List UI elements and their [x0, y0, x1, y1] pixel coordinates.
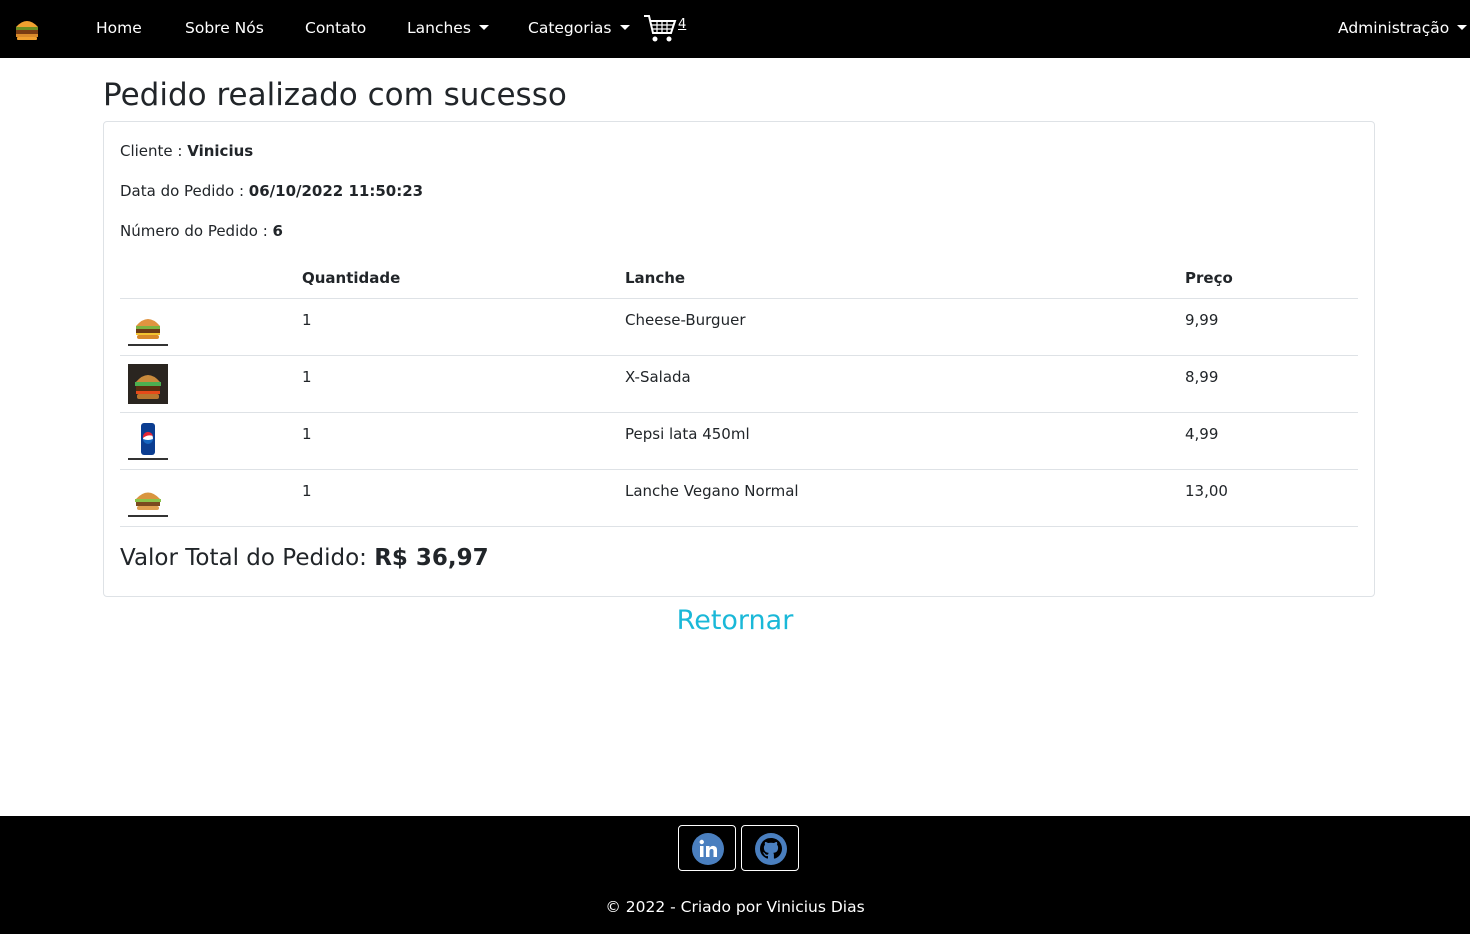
- vegan-burger-image: [128, 477, 168, 517]
- client-label: Cliente :: [120, 142, 188, 160]
- x-salada-image: [128, 364, 168, 404]
- divider: [120, 355, 1358, 356]
- header-lanche: Lanche: [625, 269, 686, 287]
- nav-admin-label: Administração: [1338, 19, 1450, 37]
- order-number-line: Número do Pedido : 6: [120, 222, 283, 240]
- cart-button[interactable]: 4: [643, 13, 691, 45]
- divider: [120, 526, 1358, 527]
- client-value: Vinicius: [187, 142, 254, 160]
- nav-home[interactable]: Home: [96, 19, 142, 37]
- date-line: Data do Pedido : 06/10/2022 11:50:23: [120, 182, 423, 200]
- vegan-burger-icon: [128, 477, 168, 517]
- nav-about[interactable]: Sobre Nós: [185, 19, 264, 37]
- row-1-price: 9,99: [1185, 311, 1219, 329]
- header-preco: Preço: [1185, 269, 1233, 287]
- client-line: Cliente : Vinicius: [120, 142, 253, 160]
- row-1-qty: 1: [302, 311, 312, 329]
- row-4-price: 13,00: [1185, 482, 1228, 500]
- date-value: 06/10/2022 11:50:23: [248, 182, 424, 200]
- nav-lanches-label: Lanches: [407, 19, 471, 37]
- cart-count-badge[interactable]: 4: [678, 17, 686, 32]
- row-2-price: 8,99: [1185, 368, 1219, 386]
- row-3-qty: 1: [302, 425, 312, 443]
- x-salada-photo: [128, 364, 168, 404]
- burger-icon: [128, 306, 168, 346]
- burger-logo-icon[interactable]: [13, 15, 41, 43]
- row-2-qty: 1: [302, 368, 312, 386]
- footer: © 2022 - Criado por Vinicius Dias: [0, 816, 1470, 934]
- order-total-label: Valor Total do Pedido:: [120, 545, 375, 571]
- divider: [120, 469, 1358, 470]
- order-total-value: R$ 36,97: [374, 545, 489, 571]
- page-title: Pedido realizado com sucesso: [103, 77, 567, 113]
- shopping-cart-icon: [644, 15, 677, 42]
- chevron-down-icon: [619, 25, 630, 30]
- linkedin-button[interactable]: [678, 825, 736, 871]
- nav-admin-dropdown[interactable]: Administração: [1338, 19, 1468, 37]
- github-button[interactable]: [741, 825, 799, 871]
- chevron-down-icon: [478, 25, 489, 30]
- order-card: Cliente : Vinicius Data do Pedido : 06/1…: [103, 121, 1375, 597]
- row-3-name: Pepsi lata 450ml: [625, 425, 750, 443]
- cheese-burguer-image: [128, 306, 168, 346]
- chevron-down-icon: [1457, 25, 1468, 30]
- divider: [120, 412, 1358, 413]
- pepsi-can-icon: [128, 420, 168, 460]
- nav-categorias-dropdown[interactable]: Categorias: [528, 19, 630, 37]
- order-number-label: Número do Pedido :: [120, 222, 273, 240]
- github-icon: [755, 833, 787, 865]
- header-quantidade: Quantidade: [302, 269, 401, 287]
- row-2-name: X-Salada: [625, 368, 691, 386]
- date-label: Data do Pedido :: [120, 182, 249, 200]
- row-1-name: Cheese-Burguer: [625, 311, 746, 329]
- divider: [120, 298, 1358, 299]
- navbar: Home Sobre Nós Contato Lanches Categoria…: [0, 0, 1470, 58]
- nav-categorias-label: Categorias: [528, 19, 612, 37]
- return-link[interactable]: Retornar: [0, 605, 1470, 636]
- nav-lanches-dropdown[interactable]: Lanches: [407, 19, 489, 37]
- linkedin-icon: [692, 833, 724, 865]
- pepsi-image: [128, 420, 168, 460]
- copyright-text: © 2022 - Criado por Vinicius Dias: [605, 898, 865, 916]
- order-number-value: 6: [272, 222, 283, 240]
- row-4-qty: 1: [302, 482, 312, 500]
- row-3-price: 4,99: [1185, 425, 1219, 443]
- order-total: Valor Total do Pedido: R$ 36,97: [120, 545, 489, 571]
- row-4-name: Lanche Vegano Normal: [625, 482, 799, 500]
- nav-contact[interactable]: Contato: [305, 19, 366, 37]
